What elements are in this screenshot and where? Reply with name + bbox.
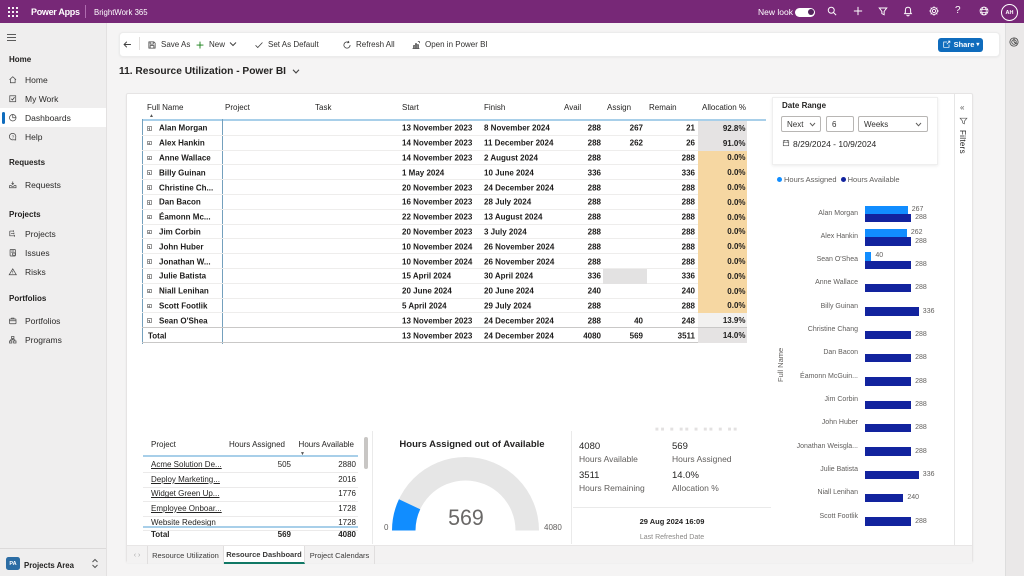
svg-text:?: ? [12, 134, 15, 140]
